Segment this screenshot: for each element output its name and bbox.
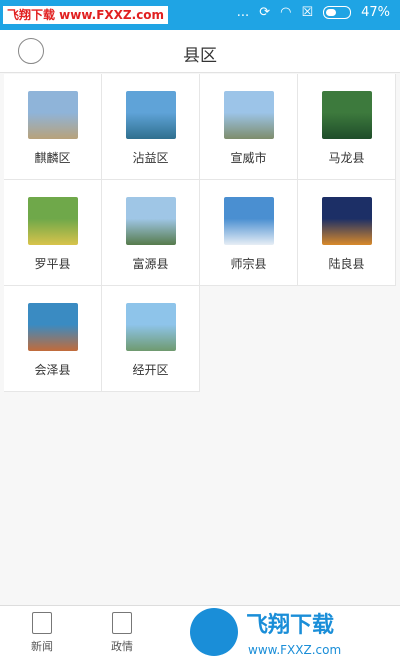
county-thumbnail [27, 91, 78, 139]
status-bar: 飞翔下载 www.FXXZ.com ... ⟳ ◠ ☒ 47% [0, 0, 400, 30]
county-thumbnail [27, 197, 78, 245]
header: 县区 [0, 30, 400, 73]
tab-label: 新闻 [31, 640, 53, 653]
watermark-badge: 飞翔下载 www.FXXZ.com [190, 608, 341, 657]
county-item[interactable]: 沾益区 [102, 74, 200, 180]
tab-politics[interactable]: 政情 [92, 612, 152, 654]
rotate-icon: ⟳ [259, 5, 271, 20]
wifi-icon: ◠ [280, 5, 292, 20]
status-icons: ... ⟳ ◠ ☒ 47% [237, 5, 390, 20]
county-item[interactable]: 富源县 [102, 180, 200, 286]
county-item[interactable]: 罗平县 [4, 180, 102, 286]
tab-label: 政情 [111, 640, 133, 653]
battery-icon [323, 6, 352, 19]
badge-logo-text: 飞翔下载 [246, 612, 334, 638]
county-name: 富源县 [132, 257, 169, 271]
county-thumbnail [125, 91, 176, 139]
more-dots-icon: ... [236, 5, 250, 20]
county-name: 师宗县 [230, 257, 267, 271]
battery-fill [326, 9, 337, 16]
county-name: 经开区 [132, 363, 169, 377]
county-item[interactable]: 马龙县 [298, 74, 396, 180]
news-icon [32, 612, 52, 634]
county-item[interactable]: 经开区 [102, 286, 200, 392]
logo-mark [190, 608, 238, 656]
tab-news[interactable]: 新闻 [12, 612, 72, 654]
county-item[interactable]: 麒麟区 [4, 74, 102, 180]
county-name: 会泽县 [34, 363, 71, 377]
county-name: 宣威市 [230, 151, 267, 165]
county-thumbnail [321, 91, 372, 139]
county-thumbnail [321, 197, 372, 245]
county-item[interactable]: 陆良县 [298, 180, 396, 286]
county-item[interactable]: 会泽县 [4, 286, 102, 392]
badge-url-text: www.FXXZ.com [248, 643, 341, 657]
county-name: 麒麟区 [34, 151, 71, 165]
document-icon [112, 612, 132, 634]
county-thumbnail [125, 197, 176, 245]
county-name: 罗平县 [34, 257, 71, 271]
page-title: 县区 [183, 46, 217, 66]
battery-percent: 47% [361, 5, 390, 20]
county-thumbnail [223, 197, 274, 245]
watermark-label: 飞翔下载 www.FXXZ.com [3, 6, 169, 24]
county-item[interactable]: 师宗县 [200, 180, 298, 286]
county-item[interactable]: 宣威市 [200, 74, 298, 180]
bottom-tab-bar: 新闻 政情 飞翔下载 www.FXXZ.com [0, 605, 400, 664]
county-thumbnail [125, 303, 176, 351]
sim-icon: ☒ [301, 5, 314, 20]
county-thumbnail [223, 91, 274, 139]
county-name: 马龙县 [328, 151, 365, 165]
county-thumbnail [27, 303, 78, 351]
county-name: 沾益区 [132, 151, 169, 165]
county-name: 陆良县 [328, 257, 365, 271]
